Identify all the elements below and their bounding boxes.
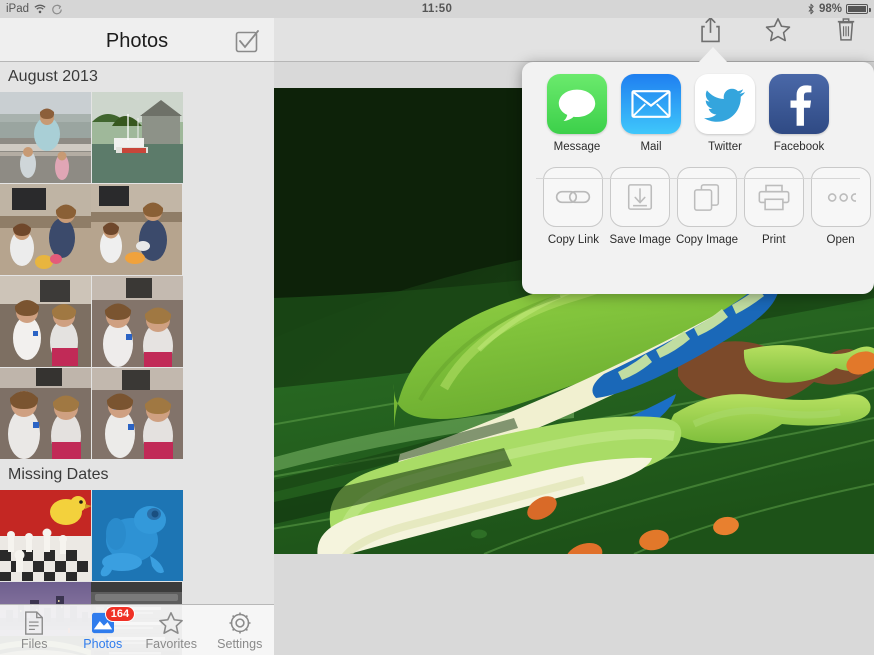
share-apps-row: Message Mail Twitter Facebook [522, 62, 874, 153]
section-title: August 2013 [8, 68, 98, 85]
trash-icon [837, 18, 855, 41]
section-header-missing-dates: Missing Dates [0, 460, 274, 490]
tab-photos[interactable]: 164 Photos [69, 605, 138, 655]
battery-icon [846, 4, 871, 14]
printer-icon [743, 167, 804, 227]
tab-favorites[interactable]: Favorites [137, 605, 206, 655]
document-icon [21, 610, 47, 636]
tab-files[interactable]: Files [0, 605, 69, 655]
copy-icon [676, 167, 737, 227]
tab-bar: Files 164 Photos Favorites Settings [0, 604, 274, 655]
photo-thumb-face-painted-girls-1[interactable] [92, 276, 183, 367]
twitter-bird-icon [695, 74, 755, 134]
select-photos-button[interactable] [234, 29, 260, 55]
favorite-button[interactable] [764, 14, 792, 44]
photo-thumb-face-painted-girls-2[interactable] [0, 368, 91, 459]
photo-thumb-chess-board-yellow-bird[interactable] [0, 490, 91, 581]
tab-settings[interactable]: Settings [206, 605, 275, 655]
status-time: 11:50 [421, 3, 453, 15]
share-label: Message [553, 141, 601, 153]
star-icon [158, 610, 184, 636]
share-actions-row: Copy Link Save Image Copy Image Print Op… [522, 153, 874, 246]
photo-thumb-children-playing-livingroom-2[interactable] [91, 184, 182, 275]
share-facebook[interactable]: Facebook [762, 74, 836, 153]
popover-divider [536, 178, 860, 179]
delete-button[interactable] [832, 14, 860, 44]
section-header-august: August 2013 [0, 62, 274, 92]
gear-icon [227, 610, 253, 636]
action-label: Copy Link [547, 234, 599, 246]
ellipsis-icon [810, 167, 871, 227]
message-bubble-icon [547, 74, 607, 134]
share-label: Twitter [708, 141, 742, 153]
star-icon [765, 17, 791, 41]
action-label: Print [761, 234, 786, 246]
photo-scroll-area[interactable]: August 2013 Missing Dates [0, 0, 274, 655]
action-label: Copy Image [675, 234, 738, 246]
facebook-f-icon [769, 74, 829, 134]
action-label: Save Image [609, 234, 671, 246]
battery-percent: 98% [818, 3, 842, 15]
share-message[interactable]: Message [540, 74, 614, 153]
popover-arrow [698, 47, 728, 63]
page-title: Photos [105, 30, 169, 52]
envelope-icon [621, 74, 681, 134]
photo-grid-august [0, 92, 274, 460]
status-bar: iPad 11:50 98% [0, 0, 874, 18]
share-popover: Message Mail Twitter Facebook Copy Link … [522, 62, 874, 294]
photo-thumb-beach-promenade-woman-children[interactable] [0, 92, 91, 183]
share-button[interactable] [696, 14, 724, 44]
section-title: Missing Dates [8, 466, 109, 483]
photo-thumb-children-playing-livingroom-1[interactable] [0, 184, 91, 275]
checkmark-box-icon [235, 30, 259, 53]
photo-thumb-face-painted-girls-3[interactable] [92, 368, 183, 459]
status-right: 98% [807, 3, 871, 15]
share-label: Mail [640, 141, 662, 153]
action-label: Open [826, 234, 855, 246]
photo-thumb-boat-house-lake[interactable] [92, 92, 183, 183]
tab-label: Favorites [145, 636, 197, 651]
photo-thumb-blue-tree-frog[interactable] [92, 490, 183, 581]
photo-thumb-children-playing-livingroom-3[interactable] [0, 276, 91, 367]
share-label: Facebook [773, 141, 825, 153]
tab-label: Photos [83, 636, 123, 651]
share-twitter[interactable]: Twitter [688, 74, 762, 153]
link-icon [543, 167, 604, 227]
bluetooth-icon [808, 3, 814, 15]
tab-label: Files [21, 636, 48, 651]
toolbar-actions [696, 14, 860, 44]
tab-label: Settings [217, 636, 263, 651]
download-icon [610, 167, 671, 227]
photos-badge: 164 [104, 606, 136, 622]
share-mail[interactable]: Mail [614, 74, 688, 153]
share-icon [700, 16, 720, 42]
ipad-photos-app: August 2013 Missing Dates Photos Files 1… [0, 0, 874, 655]
photos-sidebar: August 2013 Missing Dates Photos Files 1… [0, 0, 274, 655]
